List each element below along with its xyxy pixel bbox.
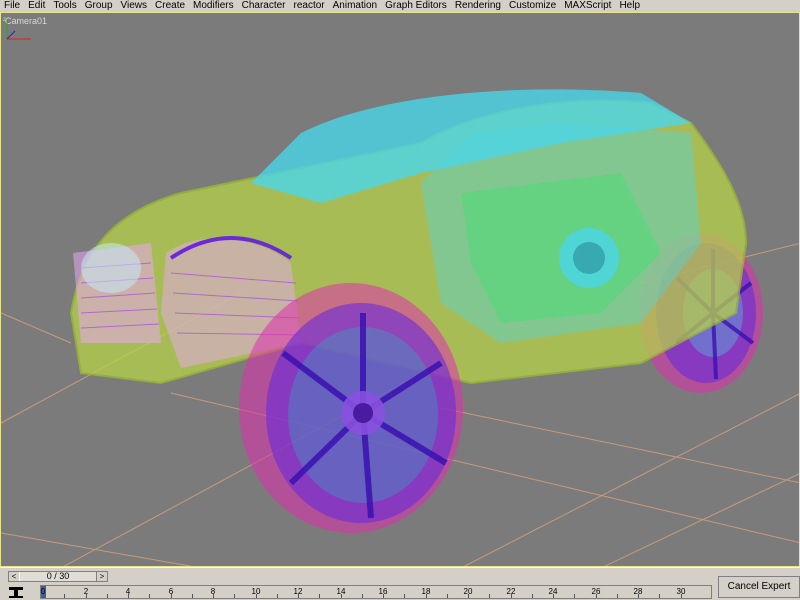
trackbar-tick <box>234 594 236 598</box>
trackbar-tick <box>213 594 214 598</box>
trackbar-tick <box>489 594 491 598</box>
trackbar-tick <box>510 594 512 598</box>
time-slider-thumb[interactable]: 0 / 30 <box>19 572 97 581</box>
trackbar-tick <box>149 594 151 598</box>
trackbar-tick <box>553 594 554 598</box>
trackbar-tick <box>191 594 193 598</box>
time-slider-right-arrow[interactable]: > <box>97 572 107 581</box>
svg-text:z: z <box>3 17 6 23</box>
trackbar-tick <box>255 594 257 598</box>
trackbar-tick <box>468 594 469 598</box>
trackbar-tick <box>404 594 406 598</box>
trackbar-tick <box>298 594 299 598</box>
trackbar-tick <box>659 594 661 598</box>
cancel-expert-mode-button[interactable]: Cancel Expert Mode <box>718 576 800 598</box>
trackbar-tick <box>276 594 278 598</box>
menu-maxscript[interactable]: MAXScript <box>560 0 615 12</box>
bottom-bar: < 0 / 30 > 0 2 4 6 8 10 12 14 16 18 20 2… <box>0 567 800 600</box>
trackbar-tick <box>64 594 66 598</box>
trackbar[interactable]: 0 2 4 6 8 10 12 14 16 18 20 22 24 26 28 … <box>40 585 712 599</box>
trackbar-tick <box>531 594 533 598</box>
trackbar-tick <box>319 594 321 598</box>
trackbar-tick <box>680 594 682 598</box>
menu-edit[interactable]: Edit <box>24 0 49 12</box>
trackbar-tick <box>595 594 597 598</box>
trackbar-tick <box>574 594 576 598</box>
trackbar-tick <box>85 594 87 598</box>
time-slider[interactable]: < 0 / 30 > <box>8 571 108 582</box>
trackbar-tick <box>106 594 108 598</box>
axis-gizmo-icon: z <box>3 17 31 40</box>
menu-customize[interactable]: Customize <box>505 0 560 12</box>
menu-tools[interactable]: Tools <box>49 0 80 12</box>
menu-animation[interactable]: Animation <box>329 0 381 12</box>
menu-rendering[interactable]: Rendering <box>451 0 505 12</box>
wireframe-scene <box>1 89 799 566</box>
trackbar-tick <box>638 594 639 598</box>
trackbar-tick <box>128 594 129 598</box>
menu-graph-editors[interactable]: Graph Editors <box>381 0 451 12</box>
trackbar-tick <box>361 594 363 598</box>
trackbar-tick <box>616 594 618 598</box>
menu-character[interactable]: Character <box>238 0 290 12</box>
menu-file[interactable]: File <box>0 0 24 12</box>
front-wheel <box>239 283 463 533</box>
trackbar-tick <box>43 594 44 598</box>
trackbar-tick <box>340 594 342 598</box>
menu-create[interactable]: Create <box>151 0 189 12</box>
menu-bar: File Edit Tools Group Views Create Modif… <box>0 0 800 12</box>
trackbar-tick <box>446 594 448 598</box>
track-view-icon[interactable] <box>6 585 28 599</box>
headlight <box>81 243 141 293</box>
trackbar-tick <box>383 594 384 598</box>
menu-group[interactable]: Group <box>81 0 117 12</box>
menu-help[interactable]: Help <box>615 0 644 12</box>
trackbar-tick <box>170 594 172 598</box>
menu-views[interactable]: Views <box>117 0 152 12</box>
trackbar-tick <box>425 594 427 598</box>
camera-viewport[interactable]: Camera01 z <box>0 12 800 567</box>
menu-reactor[interactable]: reactor <box>290 0 329 12</box>
menu-modifiers[interactable]: Modifiers <box>189 0 238 12</box>
time-slider-left-arrow[interactable]: < <box>9 572 19 581</box>
